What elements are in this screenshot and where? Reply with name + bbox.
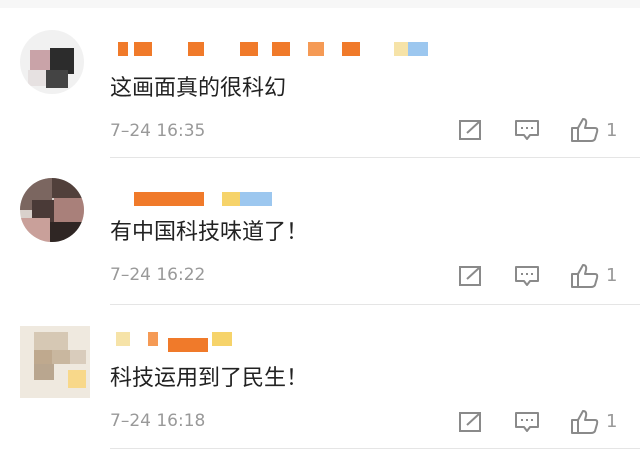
like-count: 1 — [606, 265, 618, 286]
like-count: 1 — [606, 411, 618, 432]
comment-icon[interactable] — [514, 265, 540, 287]
comment-icon[interactable] — [514, 411, 540, 433]
username-redacted[interactable] — [112, 332, 252, 352]
username-redacted[interactable] — [112, 192, 312, 208]
avatar[interactable] — [20, 326, 90, 398]
username-redacted[interactable] — [112, 42, 452, 58]
like-icon[interactable] — [570, 117, 600, 143]
share-icon[interactable] — [458, 265, 484, 287]
comment-divider — [110, 157, 640, 158]
like-icon[interactable] — [570, 409, 600, 435]
avatar[interactable] — [20, 178, 84, 242]
comment-text: 这画面真的很科幻 — [110, 76, 287, 101]
comment-icon[interactable] — [514, 119, 540, 141]
comment-time: 7–24 16:18 — [110, 411, 206, 431]
comment-text: 有中国科技味道了！ — [110, 220, 309, 245]
avatar[interactable] — [20, 30, 84, 94]
comment-text: 科技运用到了民生！ — [110, 366, 309, 391]
comment-divider — [110, 304, 640, 305]
share-icon[interactable] — [458, 411, 484, 433]
like-count: 1 — [606, 120, 618, 141]
like-icon[interactable] — [570, 263, 600, 289]
comment-time: 7–24 16:35 — [110, 121, 206, 141]
previous-comment-edge — [0, 0, 640, 8]
comment-divider — [110, 448, 640, 449]
share-icon[interactable] — [458, 119, 484, 141]
comment-time: 7–24 16:22 — [110, 265, 206, 285]
